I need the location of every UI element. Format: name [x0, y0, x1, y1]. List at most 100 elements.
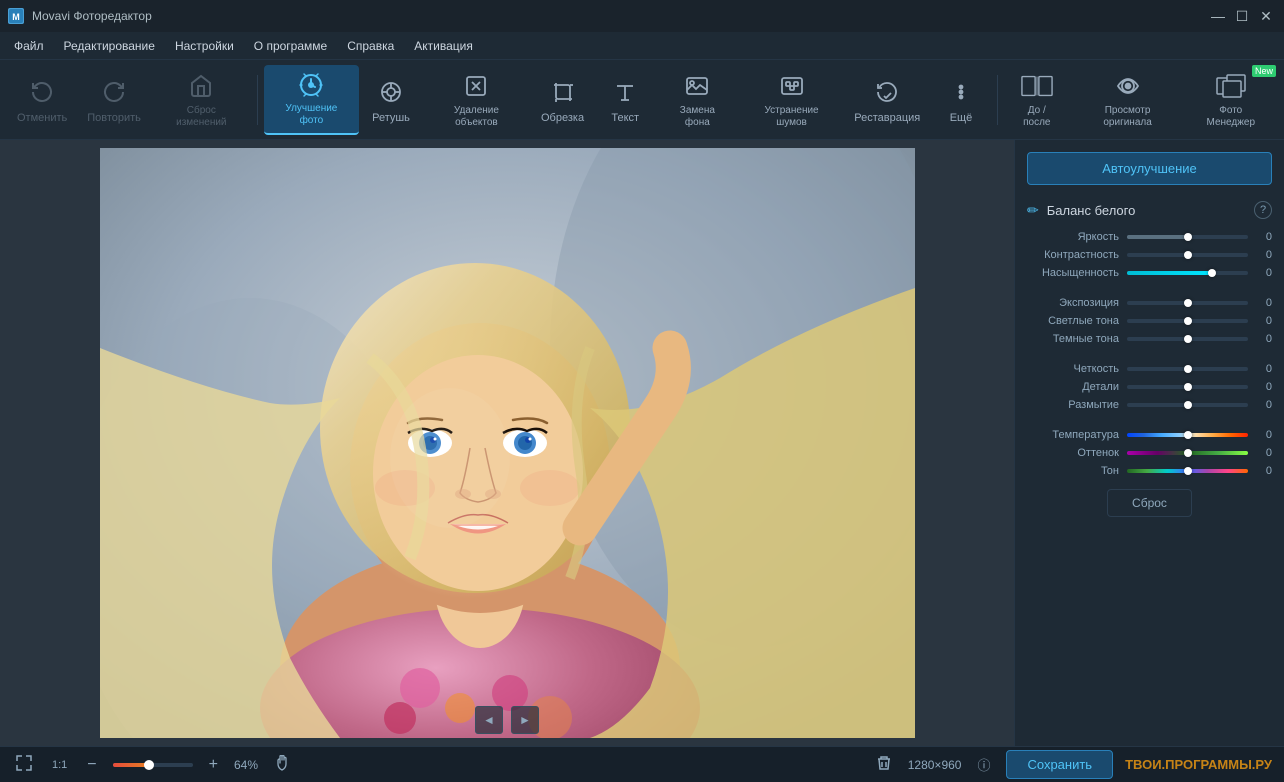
close-button[interactable]: ✕ — [1256, 6, 1276, 26]
reset-changes-button[interactable]: Сброс изменений — [152, 65, 251, 135]
slider-separator — [1027, 285, 1272, 297]
slider-thumb — [1184, 467, 1192, 475]
slider-row: Четкость0 — [1027, 363, 1272, 375]
right-panel: Автоулучшение ✏ Баланс белого ? Яркость0… — [1014, 140, 1284, 746]
slider-thumb — [1184, 233, 1192, 241]
crop-icon — [547, 76, 579, 108]
prev-image-button[interactable]: ◄ — [475, 706, 503, 734]
slider-label: Яркость — [1027, 231, 1127, 243]
slider-value: 0 — [1248, 381, 1272, 393]
photo-display — [100, 148, 915, 738]
menu-file[interactable]: Файл — [4, 35, 54, 57]
delete-button[interactable] — [872, 751, 896, 778]
slider-row: Экспозиция0 — [1027, 297, 1272, 309]
denoise-button[interactable]: Устранение шумов — [740, 65, 844, 135]
auto-enhance-button[interactable]: Автоулучшение — [1027, 152, 1272, 185]
zoom-in-button[interactable]: + — [205, 752, 222, 778]
tone-track[interactable] — [1127, 469, 1248, 473]
slider-value: 0 — [1248, 447, 1272, 459]
redo-button[interactable]: Повторить — [78, 65, 150, 135]
menu-edit[interactable]: Редактирование — [54, 35, 165, 57]
reset-icon — [185, 71, 217, 101]
slider-value: 0 — [1248, 231, 1272, 243]
slider-value: 0 — [1248, 267, 1272, 279]
photo-manager-icon — [1215, 71, 1247, 101]
titlebar-left: M Movavi Фоторедактор — [8, 8, 152, 24]
slider-track[interactable] — [1127, 385, 1248, 389]
main-area: ◄ ► Автоулучшение ✏ Баланс белого ? Ярко… — [0, 140, 1284, 746]
slider-track[interactable] — [1127, 367, 1248, 371]
tint-track[interactable] — [1127, 451, 1248, 455]
menu-about[interactable]: О программе — [244, 35, 337, 57]
slider-thumb — [1184, 449, 1192, 457]
info-button[interactable]: ⓘ — [973, 751, 994, 778]
save-button[interactable]: Сохранить — [1006, 750, 1113, 779]
before-after-icon — [1021, 71, 1053, 101]
slider-track[interactable] — [1127, 319, 1248, 323]
crop-button[interactable]: Обрезка — [532, 65, 593, 135]
slider-track[interactable] — [1127, 301, 1248, 305]
slider-row: Тон0 — [1027, 465, 1272, 477]
pencil-icon: ✏ — [1027, 202, 1039, 219]
nav-arrows: ◄ ► — [475, 706, 539, 734]
zoom-slider[interactable] — [113, 763, 193, 767]
temperature-track[interactable] — [1127, 433, 1248, 437]
maximize-button[interactable]: ☐ — [1232, 6, 1252, 26]
retouch-button[interactable]: Ретушь — [361, 65, 421, 135]
slider-thumb — [1184, 365, 1192, 373]
redo-icon — [98, 76, 130, 108]
bg-replace-button[interactable]: Замена фона — [657, 65, 737, 135]
slider-track[interactable] — [1127, 337, 1248, 341]
slider-thumb — [1184, 401, 1192, 409]
remove-objects-button[interactable]: Удаление объектов — [423, 65, 530, 135]
enhance-icon — [295, 71, 327, 99]
text-icon — [609, 76, 641, 108]
image-dimensions: 1280×960 — [908, 758, 962, 772]
menu-activate[interactable]: Активация — [404, 35, 483, 57]
slider-value: 0 — [1248, 249, 1272, 261]
restore-button[interactable]: Реставрация — [846, 65, 929, 135]
slider-row: Яркость 0 — [1027, 231, 1272, 243]
view-original-button[interactable]: Просмотр оригинала — [1072, 65, 1184, 135]
slider-row: Светлые тона0 — [1027, 315, 1272, 327]
zoom-1-1-button[interactable]: 1:1 — [48, 755, 71, 775]
toolbar-divider-2 — [997, 75, 998, 125]
help-button[interactable]: ? — [1254, 201, 1272, 219]
slider-value: 0 — [1248, 315, 1272, 327]
slider-track[interactable] — [1127, 403, 1248, 407]
status-bar: 1:1 − + 64% 1280×960 ⓘ Сохранить ТВОИ.ПР… — [0, 746, 1284, 782]
image-canvas[interactable]: ◄ ► — [0, 140, 1014, 746]
slider-label: Детали — [1027, 381, 1127, 393]
zoom-out-button[interactable]: − — [83, 752, 100, 778]
minimize-button[interactable]: — — [1208, 6, 1228, 26]
slider-track[interactable] — [1127, 253, 1248, 257]
slider-separator — [1027, 351, 1272, 363]
slider-thumb — [1184, 335, 1192, 343]
photo-manager-button[interactable]: New Фото Менеджер — [1186, 65, 1276, 135]
slider-label: Четкость — [1027, 363, 1127, 375]
before-after-button[interactable]: До / после — [1004, 65, 1070, 135]
statusbar-right: 1280×960 ⓘ Сохранить ТВОИ.ПРОГРАММЫ.РУ — [872, 750, 1272, 779]
slider-row: Темные тона0 — [1027, 333, 1272, 345]
reset-button[interactable]: Сброс — [1107, 489, 1192, 517]
slider-track[interactable] — [1127, 235, 1248, 239]
more-button[interactable]: Ещё — [931, 65, 991, 135]
slider-thumb — [1184, 251, 1192, 259]
text-button[interactable]: Текст — [595, 65, 655, 135]
slider-label: Оттенок — [1027, 447, 1127, 459]
slider-thumb — [1184, 431, 1192, 439]
fit-to-screen-button[interactable] — [12, 751, 36, 778]
menu-bar: Файл Редактирование Настройки О программ… — [0, 32, 1284, 60]
slider-track[interactable] — [1127, 271, 1248, 275]
menu-settings[interactable]: Настройки — [165, 35, 244, 57]
enhance-button[interactable]: Улучшение фото — [264, 65, 359, 135]
toolbar-divider-1 — [257, 75, 258, 125]
slider-label: Температура — [1027, 429, 1127, 441]
slider-thumb — [1184, 383, 1192, 391]
undo-button[interactable]: Отменить — [8, 65, 76, 135]
restore-icon — [871, 76, 903, 108]
pan-tool-button[interactable] — [270, 751, 294, 778]
menu-help[interactable]: Справка — [337, 35, 404, 57]
next-image-button[interactable]: ► — [511, 706, 539, 734]
app-title: Movavi Фоторедактор — [32, 9, 152, 23]
